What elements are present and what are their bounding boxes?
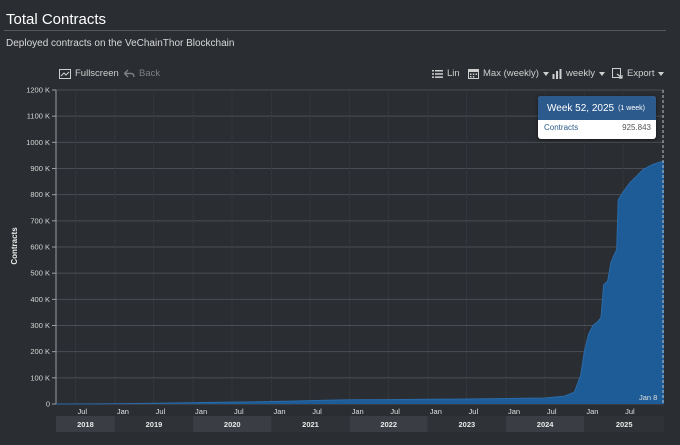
x-tick-label: Jul [234,407,244,416]
y-tick-label: 300 K [30,321,50,330]
x-tick-label: Jan [195,407,207,416]
x-tick-label: Jan [586,407,598,416]
y-axis-ticks: 0 100 K 200 K 300 K 400 K 500 K 600 K 700 K 800 … [26,86,56,409]
y-tick-label: 700 K [30,216,50,225]
y-tick-label: 0 [46,400,50,409]
y-tick-label: 400 K [30,295,50,304]
year-band-label: 2021 [302,420,319,429]
x-tick-label: Jan [352,407,364,416]
x-tick-label: Jul [156,407,166,416]
series-line-contracts [55,161,664,405]
y-tick-label: 200 K [30,347,50,356]
y-tick-label: 1100 K [27,112,50,121]
y-tick-label: 1200 K [26,86,50,95]
x-tick-label: Jan [273,407,285,416]
y-tick-label: 900 K [30,164,50,173]
x-tick-label: Jul [390,407,400,416]
year-band-label: 2023 [459,420,476,429]
year-band-label: 2025 [616,420,633,429]
y-tick-label: 100 K [30,373,50,382]
year-band-label: 2018 [77,420,94,429]
tooltip-period: (1 week) [618,104,645,112]
x-axis-ticks: Jul Jan Jul Jan Jul Jan Jul Jan Jul Jan Jul Jan Jul J… [77,407,635,416]
y-axis-label: Contracts [10,227,19,265]
x-tick-label: Jul [625,407,635,416]
tooltip-series-label: Contracts [544,123,579,132]
tooltip-row: Contracts 925.843 [538,120,656,132]
x-tick-label: Jul [77,407,87,416]
x-tick-label: Jul [469,407,479,416]
y-tick-label: 800 K [30,190,50,199]
tooltip-series-value: 925.843 [622,123,651,132]
year-band-label: 2022 [380,420,397,429]
x-tick-label: Jul [547,407,557,416]
tooltip: Week 52, 2025 (1 week) Contracts 925.843 [538,96,656,139]
chart-area[interactable]: 2018 2019 2020 2021 2022 2023 2024 2025 0 100 K 2… [0,0,680,445]
y-tick-label: 600 K [30,243,50,252]
crosshair-date-label: Jan 8 [639,393,657,402]
y-tick-label: 500 K [30,269,50,278]
year-band-label: 2024 [537,420,555,429]
x-tick-label: Jan [508,407,520,416]
year-bands: 2018 2019 2020 2021 2022 2023 2024 2025 [56,416,664,432]
x-tick-label: Jan [117,407,129,416]
x-tick-label: Jul [312,407,322,416]
tooltip-header: Week 52, 2025 (1 week) [538,96,656,120]
tooltip-title: Week 52, 2025 [547,102,615,114]
series-area-contracts[interactable] [56,161,664,404]
y-tick-label: 1000 K [26,138,50,147]
x-tick-label: Jan [430,407,442,416]
year-band-label: 2019 [146,420,163,429]
year-band-label: 2020 [224,420,241,429]
